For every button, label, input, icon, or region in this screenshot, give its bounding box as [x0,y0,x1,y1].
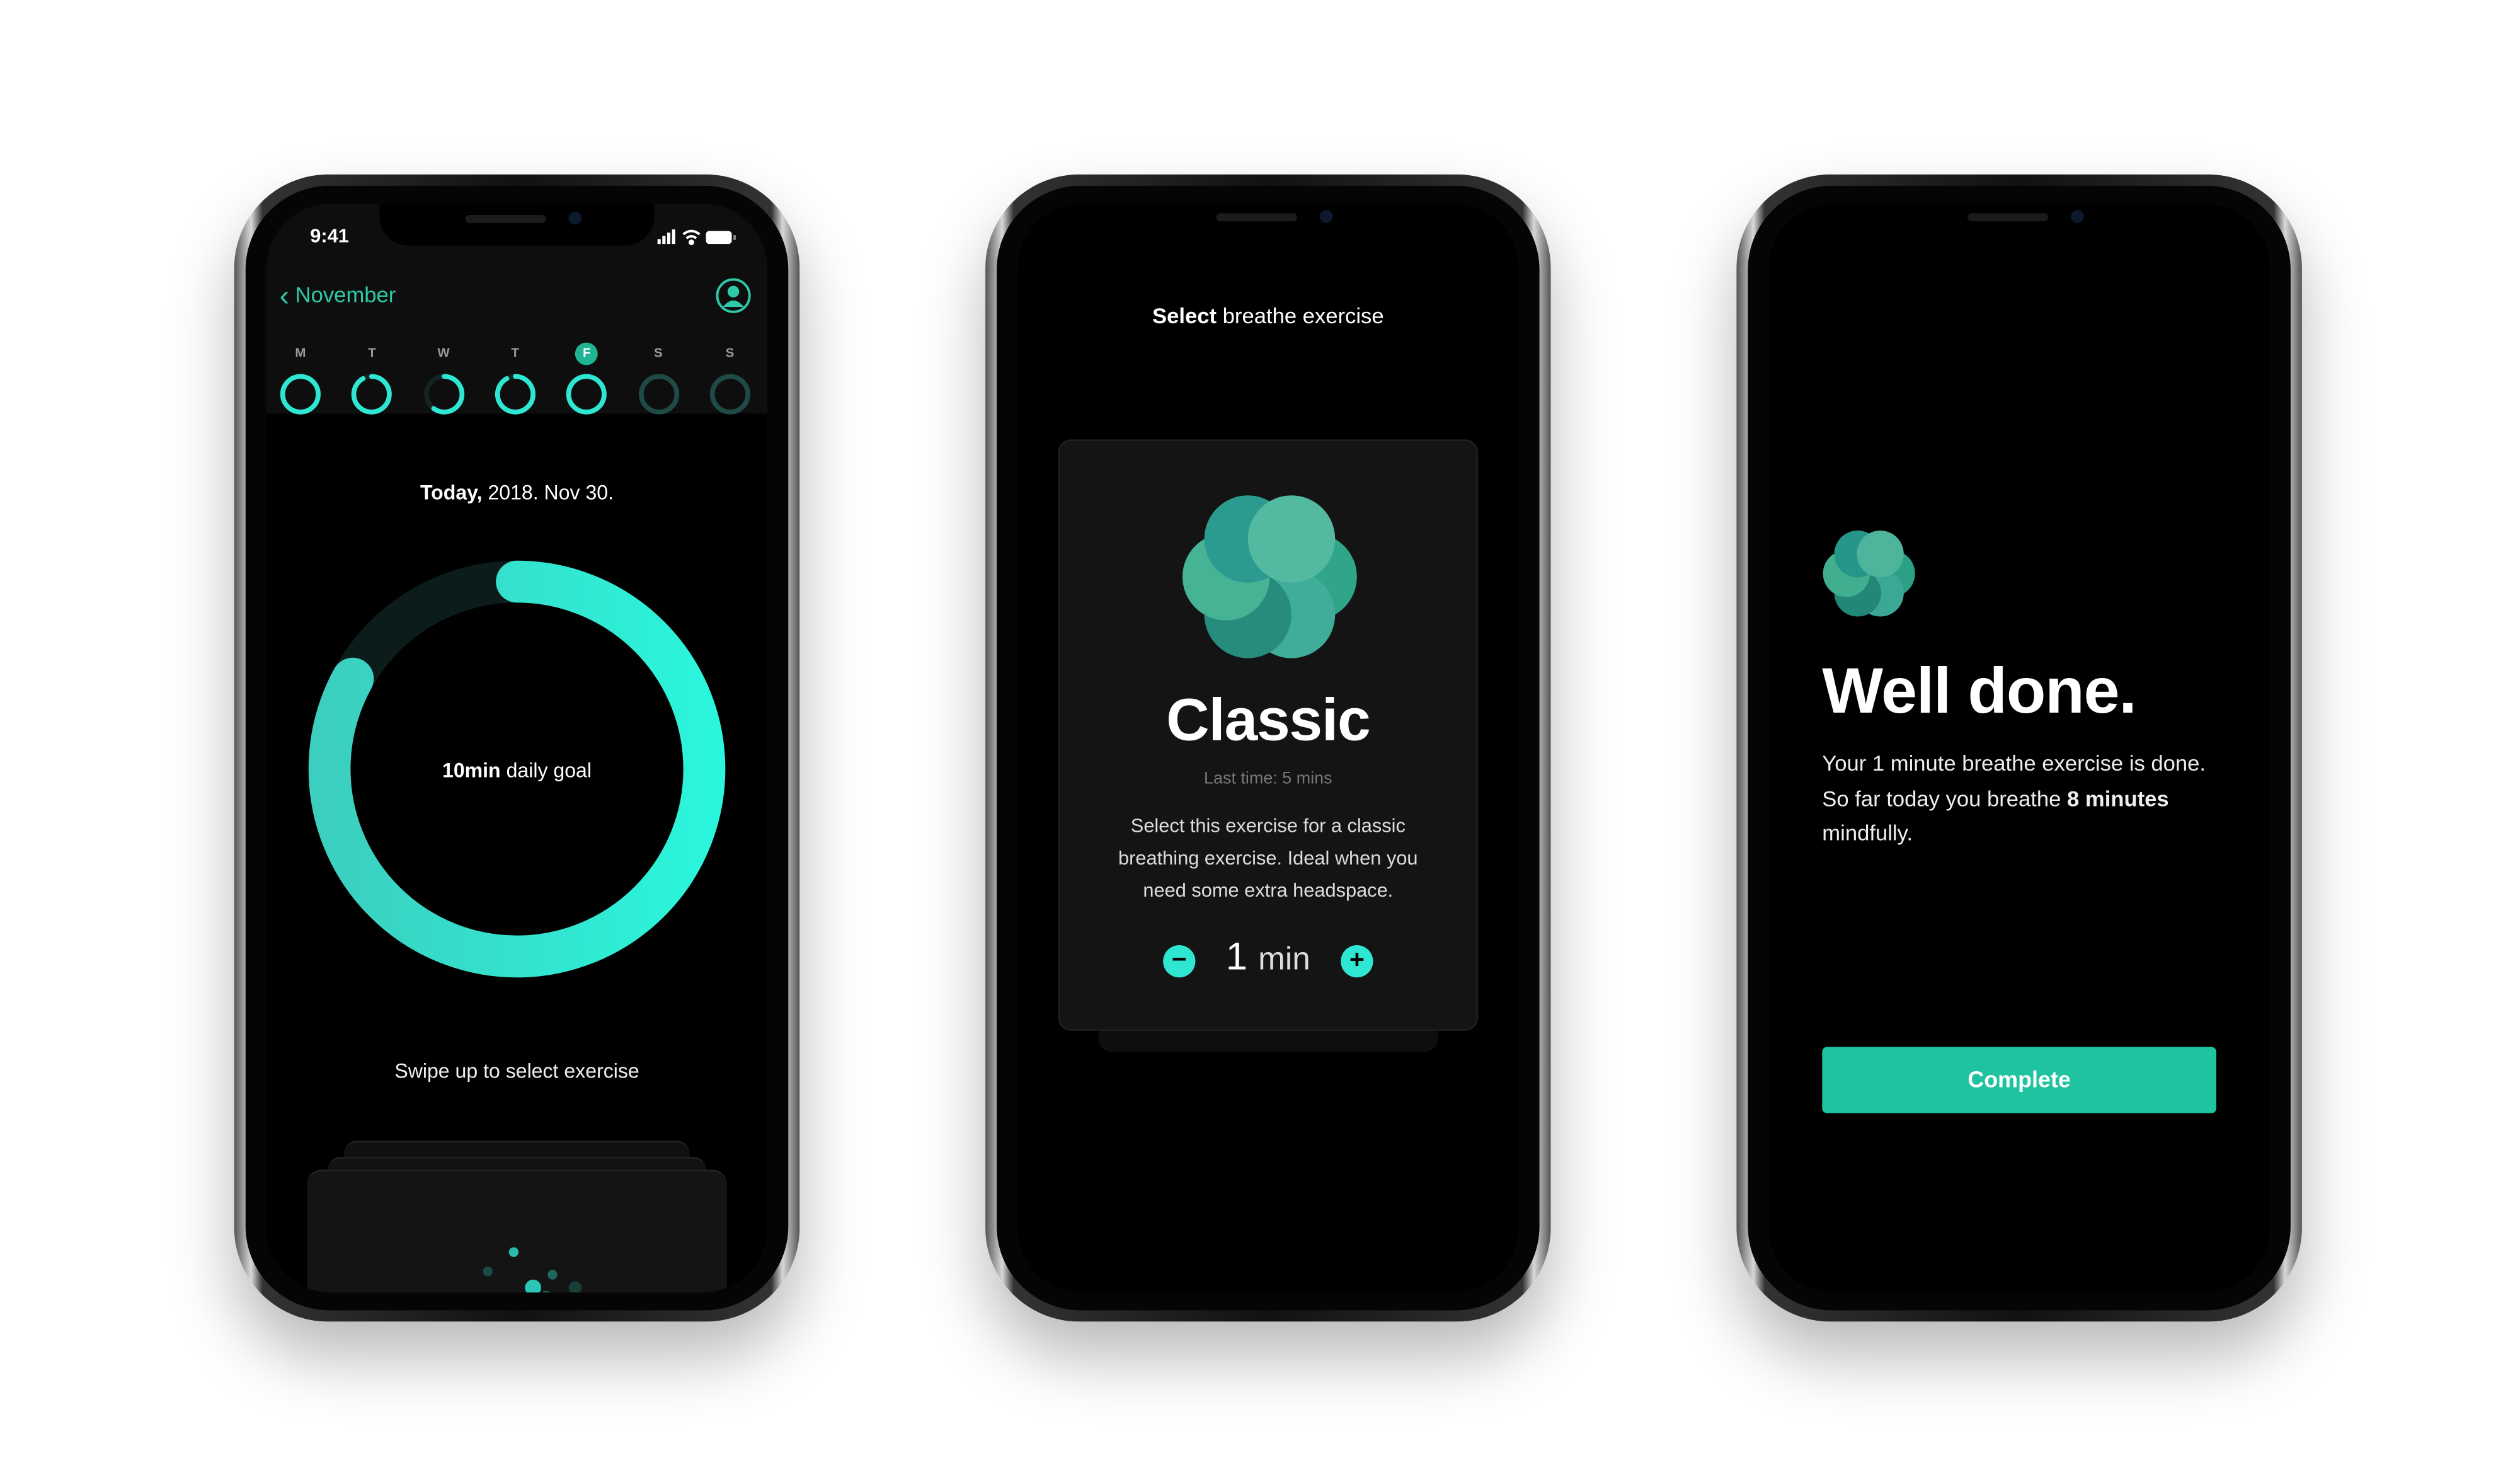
day-label: T [368,345,376,360]
day-5[interactable]: S [634,343,682,427]
week-strip: MTWTFSS [266,342,767,415]
battery-icon [706,231,736,244]
phone-select-exercise: Select breathe exercise Classic Last tim… [985,174,1551,1322]
flower-icon [1182,495,1357,658]
day-ring [495,374,536,415]
day-0[interactable]: M [276,343,324,427]
flower-petal [1247,495,1336,583]
profile-icon[interactable] [716,278,751,313]
back-label: November [295,282,396,307]
duration-display: 1 min [1060,936,1477,981]
back-button[interactable]: ‹ November [280,280,396,314]
day-label: F [575,342,598,365]
date-bold: Today, [420,481,483,504]
heading: Well done. [1822,656,2136,727]
day-ring [423,374,464,415]
minutes-total: 8 minutes [2067,786,2169,810]
summary-line-1: Your 1 minute breathe exercise is done. [1822,751,2206,776]
last-time: Last time: 5 mins [1204,769,1332,789]
day-ring [280,374,321,415]
day-label: M [295,345,306,360]
day-ring [709,374,750,415]
title-rest: breathe exercise [1217,304,1384,328]
swipe-hint: Swipe up to select exercise [394,1060,639,1083]
goal-bold: 10min [442,759,501,783]
exercise-description: Select this exercise for a classic breat… [1118,814,1418,902]
day-3[interactable]: T [491,343,539,427]
summary-line-2-text: So far today you breathe [1822,786,2068,810]
summary-line-2: So far today you breathe 8 minutes [1822,781,2206,816]
date-rest: 2018. Nov 30. [482,481,614,504]
summary-line-3: mindfully. [1822,820,1913,846]
day-ring-track [709,374,750,415]
increase-button[interactable]: + [1341,945,1373,978]
day-1[interactable]: T [348,343,396,427]
day-2[interactable]: W [420,343,468,427]
day-ring-progress [352,374,392,415]
particles-image [483,1247,582,1293]
day-ring-track [638,374,679,415]
day-6[interactable]: S [706,343,754,427]
day-ring-progress [566,374,607,415]
day-4[interactable]: F [563,342,611,427]
done-screen: Well done. Your 1 minute breathe exercis… [1768,204,2270,1293]
status-icons [657,229,736,246]
day-label: S [725,345,735,360]
status-time: 9:41 [310,224,349,248]
exercise-card[interactable]: Classic Last time: 5 mins Select this ex… [1058,439,1479,1031]
goal-label: 10min daily goal [266,759,767,782]
chevron-left-icon: ‹ [279,279,289,312]
goal-rest: daily goal [500,759,592,783]
signal-icon [657,229,675,244]
day-label: T [511,345,519,360]
exercise-card-preview[interactable] [307,1169,727,1293]
phone-calendar: 9:41 ‹ November M T W T F S S Today, 2018. Nov… [234,174,800,1322]
screen-title: Select breathe exercise [1017,304,1518,328]
flower-petal [1857,530,1904,578]
day-ring-progress [495,374,536,415]
title-bold: Select [1152,304,1217,328]
phone-well-done: Well done. Your 1 minute breathe exercis… [1736,174,2302,1322]
day-ring [638,374,679,415]
day-ring [566,374,607,415]
wifi-icon [682,229,701,246]
summary-text: Your 1 minute breathe exercise is done. … [1822,747,2206,851]
duration-value: 1 [1225,935,1248,979]
day-label: W [437,345,450,360]
exercise-name: Classic [1166,686,1371,753]
flower-icon [1823,530,1915,617]
day-label: S [654,345,663,360]
calendar-screen: 9:41 ‹ November M T W T F S S Today, 2018. Nov… [266,204,767,1293]
plus-icon: + [1349,946,1365,975]
day-ring-progress [280,374,321,415]
day-ring [352,374,392,415]
select-screen: Select breathe exercise Classic Last tim… [1017,204,1519,1293]
duration-unit: min [1258,941,1310,978]
date-label: Today, 2018. Nov 30. [266,481,767,504]
complete-button[interactable]: Complete [1822,1047,2216,1113]
